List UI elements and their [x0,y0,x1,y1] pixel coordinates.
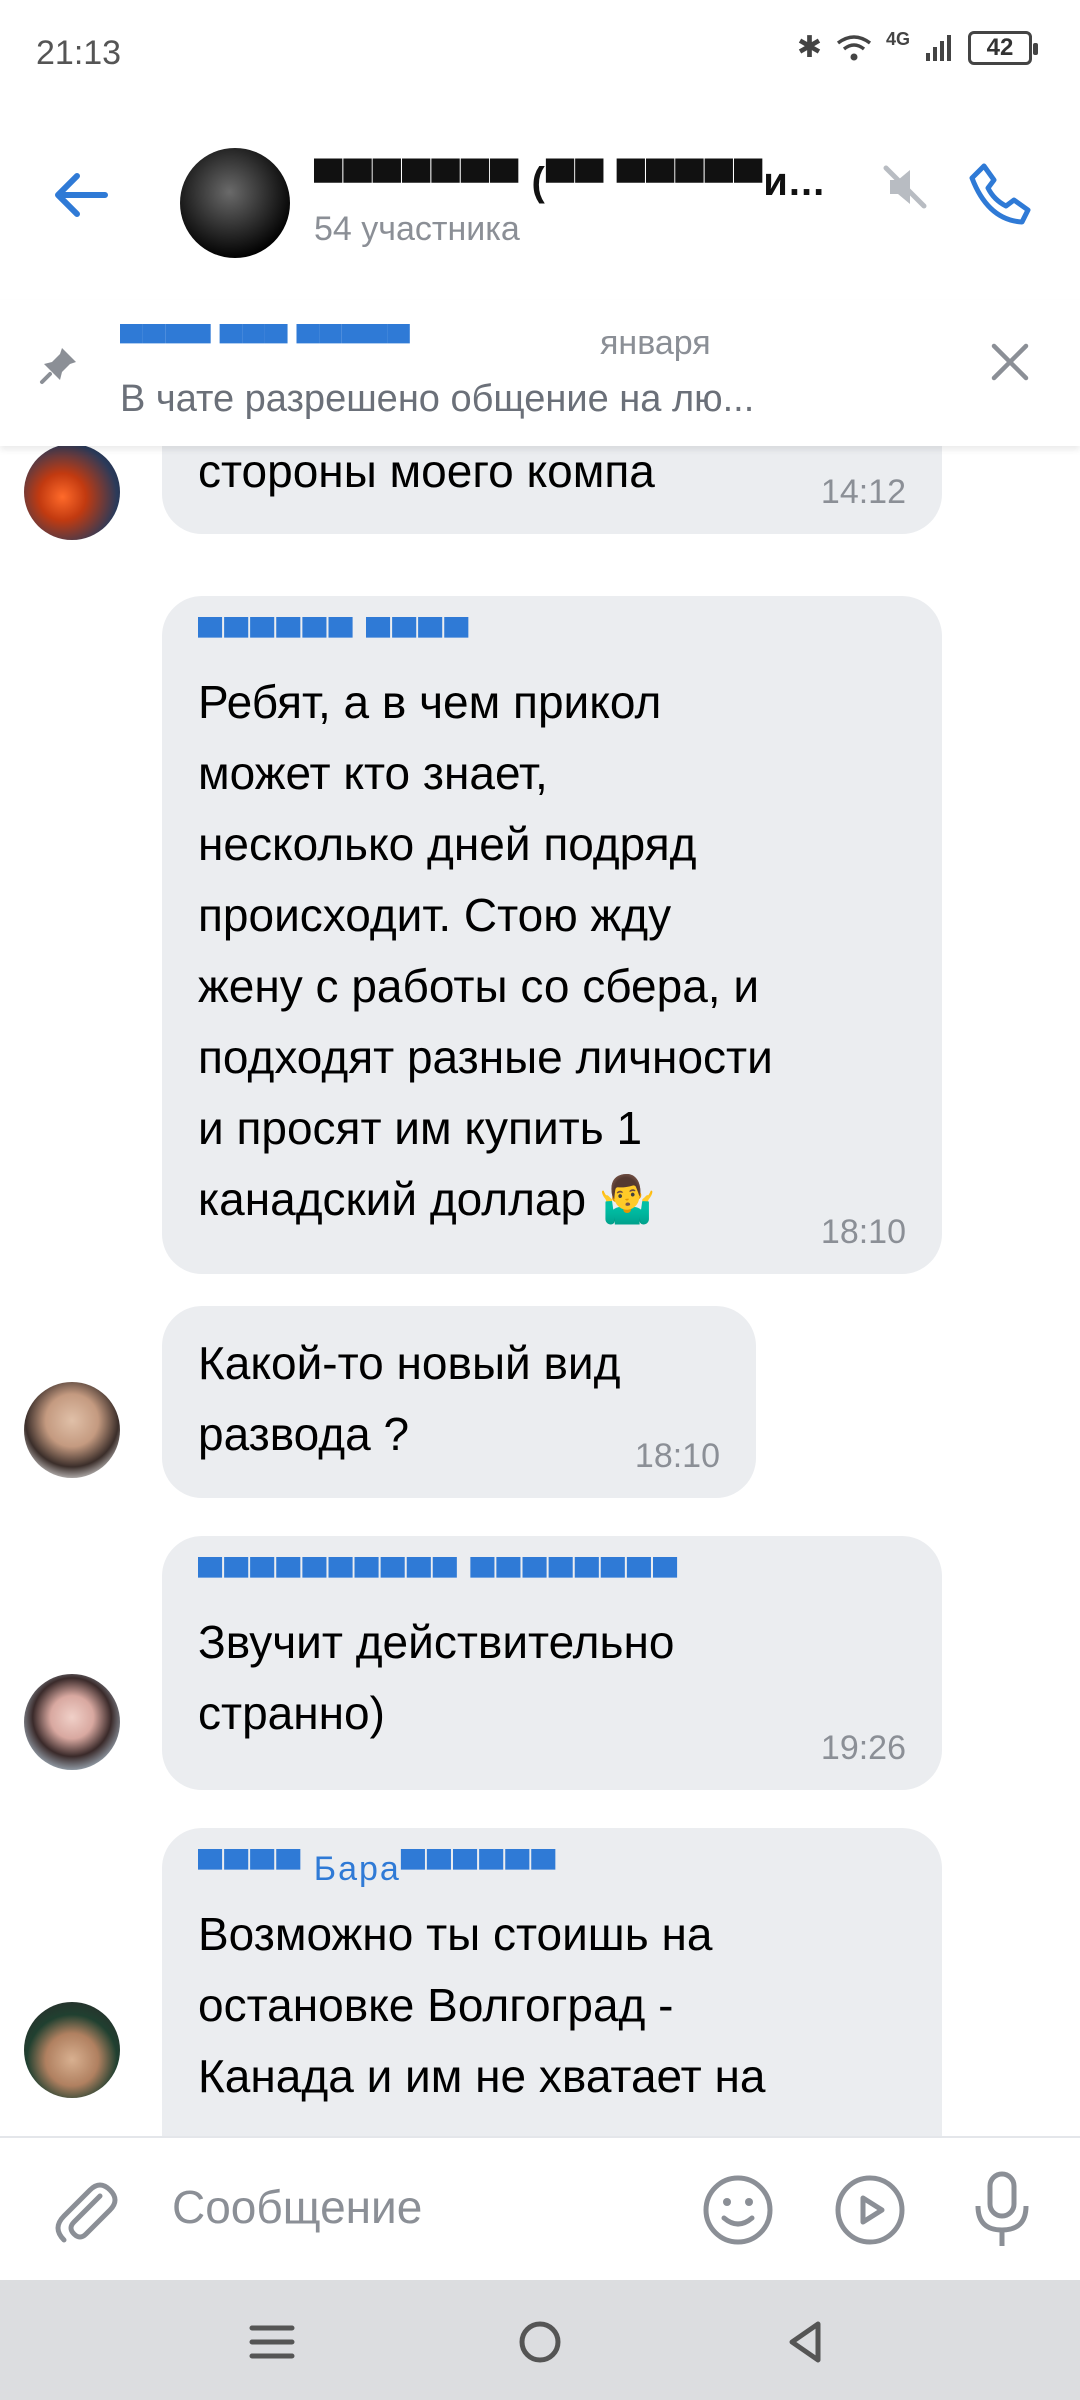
pinned-author: ▀▀▀▀ ▀▀▀ ▀▀▀▀▀ [120,324,410,360]
back-button[interactable] [46,160,116,230]
chat-avatar[interactable] [180,148,290,258]
attach-icon[interactable] [48,2174,122,2248]
wifi-icon [836,34,872,60]
status-bar: 21:13 ✱ 4G 42 [0,0,1080,110]
mute-icon [883,165,927,209]
avatar[interactable] [24,2002,120,2098]
video-message-icon[interactable] [834,2174,906,2246]
message-list[interactable]: стороны моего компа 14:12 ▀▀▀▀▀▀ ▀▀▀▀ Ре… [0,300,1080,2136]
message-bubble[interactable]: ▀▀▀▀▀▀▀▀▀▀ ▀▀▀▀▀▀▀▀ Звучит действительно… [162,1536,942,1790]
chat-title[interactable]: ▀▀▀▀▀▀▀ (▀▀ ▀▀▀▀▀и... [314,160,825,205]
emoji-icon[interactable] [702,2174,774,2246]
message-bubble[interactable]: Какой-то новый вид развода ? 18:10 [162,1306,756,1498]
sender-name[interactable]: ▀▀▀▀▀▀▀▀▀▀ ▀▀▀▀▀▀▀▀ [198,1558,906,1597]
pinned-text: В чате разрешено общение на лю... [120,378,755,420]
avatar[interactable] [24,444,120,540]
sender-name[interactable]: ▀▀▀▀ Бара▀▀▀▀▀▀ [198,1850,906,1889]
battery-icon: 42 [968,30,1038,65]
chat-header: ▀▀▀▀▀▀▀ (▀▀ ▀▀▀▀▀и... 54 участника [0,110,1080,388]
chat-member-count[interactable]: 54 участника [314,210,520,249]
message-text: Ребят, а в чем прикол может кто знает, н… [198,676,773,1225]
message-text: стороны моего компа [198,445,655,497]
pin-icon [40,348,76,384]
close-icon[interactable] [982,334,1038,390]
system-nav-bar [0,2280,1080,2400]
menu-icon[interactable] [244,2314,300,2370]
avatar[interactable] [24,1382,120,1478]
pinned-message[interactable]: ▀▀▀▀ ▀▀▀ ▀▀▀▀▀ января В чате разрешено о… [0,300,1080,446]
avatar[interactable] [24,1674,120,1770]
sender-name[interactable]: ▀▀▀▀▀▀ ▀▀▀▀ [198,618,906,657]
bluetooth-icon: ✱ [796,31,822,64]
message-text: Звучит действительно странно) [198,1616,675,1739]
back-arrow-icon [55,173,108,217]
pinned-date: января [600,324,711,362]
status-time: 21:13 [36,34,122,72]
battery-level: 42 [986,33,1014,61]
message-bubble[interactable]: ▀▀▀▀ Бара▀▀▀▀▀▀ Возможно ты стоишь на ос… [162,1828,942,2136]
message-text: Возможно ты стоишь на остановке Волгогра… [198,1908,766,2102]
status-icons: ✱ 4G 42 [796,29,1038,65]
signal-icon [926,34,951,61]
message-time: 18:10 [820,1213,906,1251]
network-type: 4G [885,29,910,49]
phone-icon[interactable] [964,158,1036,230]
message-time: 14:12 [820,473,906,511]
message-bubble[interactable]: ▀▀▀▀▀▀ ▀▀▀▀ Ребят, а в чем прикол может … [162,596,942,1274]
message-time: 18:10 [634,1437,720,1475]
message-input[interactable]: Сообщение [172,2180,422,2234]
message-time: 19:26 [820,1729,906,1767]
home-icon[interactable] [512,2314,568,2370]
back-icon[interactable] [778,2314,834,2370]
message-composer: Сообщение [0,2136,1080,2280]
microphone-icon[interactable] [966,2170,1038,2250]
